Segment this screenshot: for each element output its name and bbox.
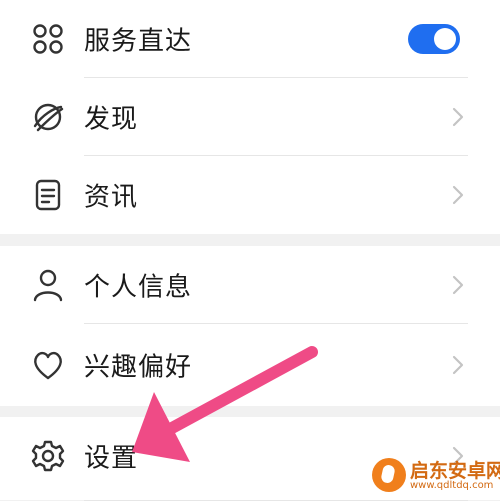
watermark: 启东安卓网 www.qdltdq.com (372, 456, 500, 498)
menu-row-news[interactable]: 资讯 (0, 156, 500, 234)
menu-row-discover[interactable]: 发现 (0, 78, 500, 156)
row-divider (84, 323, 468, 324)
menu-row-label: 服务直达 (84, 26, 193, 57)
chevron-right-icon (450, 183, 466, 207)
menu-row-personal-info[interactable]: 个人信息 (0, 246, 500, 324)
chevron-right-icon (450, 273, 466, 297)
grid-four-circles-icon (30, 21, 66, 57)
menu-group-services: 服务直达 发现 资讯 (0, 0, 500, 234)
menu-row-service-direct[interactable]: 服务直达 (0, 0, 500, 78)
watermark-logo-icon (372, 458, 406, 492)
menu-row-interests[interactable]: 兴趣偏好 (0, 326, 500, 404)
menu-row-label: 发现 (84, 104, 139, 135)
watermark-url: www.qdltdq.com (410, 480, 494, 491)
menu-row-label: 个人信息 (84, 272, 193, 303)
menu-row-label: 设置 (84, 443, 139, 474)
heart-icon (30, 347, 66, 383)
chevron-right-icon (450, 105, 466, 129)
planet-icon (30, 99, 66, 135)
gear-icon (30, 438, 66, 474)
menu-row-label: 资讯 (84, 182, 139, 213)
person-icon (30, 267, 66, 303)
menu-group-profile: 个人信息 兴趣偏好 (0, 246, 500, 406)
menu-row-label: 兴趣偏好 (84, 352, 193, 383)
document-icon (30, 177, 66, 213)
service-direct-toggle[interactable] (408, 24, 460, 54)
toggle-knob (434, 28, 456, 50)
watermark-name: 启东安卓网 (410, 460, 500, 482)
chevron-right-icon (450, 353, 466, 377)
